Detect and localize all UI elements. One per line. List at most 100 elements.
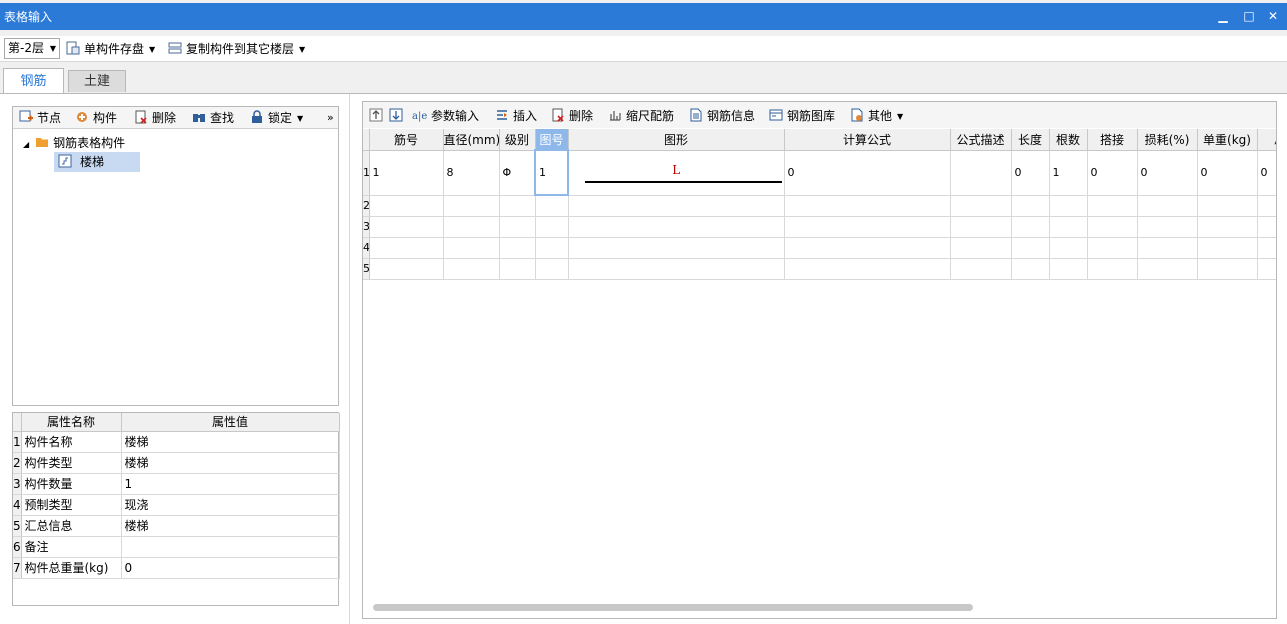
lock-button[interactable]: 锁定 ▼ [250,109,303,127]
property-value[interactable]: 楼梯 [121,452,340,474]
tab-civil[interactable]: 土建 [68,70,126,92]
grid-cell[interactable] [1087,195,1138,217]
cell-figure-no[interactable]: 1 [534,149,569,196]
header-formula[interactable]: 计算公式 [784,129,951,151]
header-shape[interactable]: 图形 [568,129,785,151]
grid-cell[interactable] [1257,195,1276,217]
header-lap[interactable]: 搭接 [1087,129,1138,151]
grid-cell[interactable] [784,216,951,238]
grid-cell[interactable] [1087,237,1138,259]
property-value[interactable]: 现浇 [121,494,340,516]
grid-cell[interactable] [950,216,1012,238]
grid-cell[interactable] [568,216,785,238]
grid-cell[interactable] [784,195,951,217]
property-row[interactable]: 7 构件总重量(kg) 0 [13,557,340,579]
grid-row[interactable]: 4 [363,237,1276,259]
grid-cell[interactable] [1087,216,1138,238]
scale-rebar-button[interactable]: 缩尺配筋 [608,107,674,125]
cell-loss[interactable]: 0 [1137,150,1198,196]
grid-cell[interactable] [535,195,569,217]
tree-root-item[interactable]: ◢ 钢筋表格构件 [23,134,125,152]
grid-cell[interactable] [1257,237,1276,259]
grid-cell[interactable] [369,195,444,217]
add-component-button[interactable]: 构件 [75,109,117,127]
grid-cell[interactable] [1137,195,1198,217]
cell-length[interactable]: 0 [1011,150,1050,196]
grid-cell[interactable] [1049,258,1088,280]
floor-select[interactable]: 第-2层 ▼ [4,38,60,59]
insert-row-button[interactable]: 插入 [495,107,537,125]
grid-cell[interactable] [499,258,536,280]
grid-cell[interactable] [568,258,785,280]
grid-cell[interactable] [369,258,444,280]
grid-cell[interactable] [1197,216,1258,238]
cell-unit-weight[interactable]: 0 [1197,150,1258,196]
find-button[interactable]: 查找 [192,109,234,127]
header-unit-weight[interactable]: 单重(kg) [1197,129,1258,151]
grid-cell[interactable] [950,258,1012,280]
header-bar-no[interactable]: 筋号 [369,129,444,151]
copy-to-floor-button[interactable]: 复制构件到其它楼层 ▼ [168,40,305,58]
rebar-library-button[interactable]: 钢筋图库 [769,107,835,125]
header-length[interactable]: 长度 [1011,129,1050,151]
property-row[interactable]: 2 构件类型 楼梯 [13,452,340,474]
property-row[interactable]: 1 构件名称 楼梯 [13,431,340,453]
add-node-button[interactable]: 节点 [19,109,61,127]
grid-cell[interactable] [443,195,500,217]
grid-cell[interactable] [499,237,536,259]
collapse-triangle-icon[interactable]: ◢ [23,140,29,149]
cell-grade[interactable]: Φ [499,150,536,196]
grid-cell[interactable] [950,237,1012,259]
property-row[interactable]: 3 构件数量 1 [13,473,340,495]
header-figure-no[interactable]: 图号 [535,129,569,151]
property-row[interactable]: 4 预制类型 现浇 [13,494,340,516]
property-value[interactable] [121,536,340,558]
tab-rebar[interactable]: 钢筋 [3,68,64,94]
grid-cell[interactable] [568,237,785,259]
header-formula-desc[interactable]: 公式描述 [950,129,1012,151]
property-row[interactable]: 6 备注 [13,536,340,558]
other-menu-button[interactable]: 其他 ▼ [850,107,903,125]
grid-cell[interactable] [1257,258,1276,280]
header-loss[interactable]: 损耗(%) [1137,129,1198,151]
grid-row[interactable]: 3 [363,216,1276,238]
grid-cell[interactable] [443,216,500,238]
delete-component-button[interactable]: 删除 [134,109,176,127]
tree-item-stairs[interactable]: 楼梯 [54,152,140,172]
grid-cell[interactable] [568,195,785,217]
grid-cell[interactable] [535,216,569,238]
more-button[interactable]: » [327,109,334,127]
grid-cell[interactable] [1257,216,1276,238]
cell-formula-desc[interactable] [950,150,1012,196]
cell-shape[interactable]: L [568,150,785,196]
grid-row[interactable]: 2 [363,195,1276,217]
property-value[interactable]: 楼梯 [121,515,340,537]
grid-cell[interactable] [443,237,500,259]
property-value[interactable]: 0 [121,557,340,579]
grid-cell[interactable] [1049,195,1088,217]
grid-cell[interactable] [1137,237,1198,259]
minimize-button[interactable]: ▁ [1213,6,1233,26]
cell-bar-no[interactable]: 1 [369,150,444,196]
grid-cell[interactable] [535,258,569,280]
grid-cell[interactable] [1011,258,1050,280]
property-row[interactable]: 5 汇总信息 楼梯 [13,515,340,537]
grid-cell[interactable] [1049,216,1088,238]
param-input-button[interactable]: a|e 参数输入 [411,107,479,125]
cell-total[interactable]: 0 [1257,150,1276,196]
rebar-info-button[interactable]: 钢筋信息 [689,107,755,125]
cell-count[interactable]: 1 [1049,150,1088,196]
cell-formula[interactable]: 0 [784,150,951,196]
grid-cell[interactable] [499,195,536,217]
move-up-button[interactable] [369,107,387,125]
header-diameter[interactable]: 直径(mm) [443,129,500,151]
header-total[interactable]: 总 [1257,129,1276,151]
close-button[interactable]: ✕ [1263,6,1283,26]
horizontal-scrollbar[interactable] [373,604,973,611]
grid-cell[interactable] [1197,237,1258,259]
grid-cell[interactable] [1011,237,1050,259]
header-grade[interactable]: 级别 [499,129,536,151]
grid-cell[interactable] [369,216,444,238]
grid-cell[interactable] [784,237,951,259]
grid-cell[interactable] [950,195,1012,217]
